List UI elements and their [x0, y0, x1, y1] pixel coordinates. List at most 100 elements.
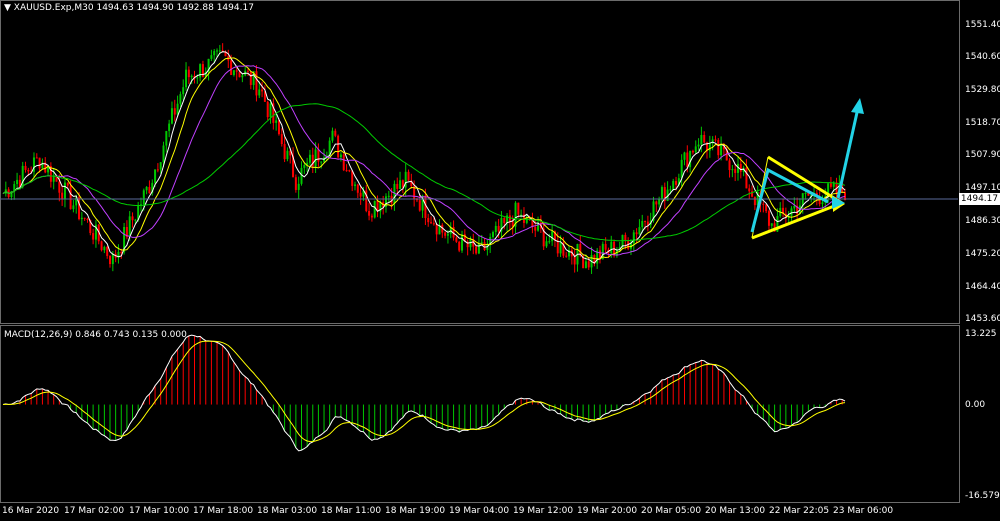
candle-body — [762, 203, 765, 205]
candle-body — [446, 233, 449, 236]
price-tick: 1475.20 — [965, 249, 1000, 259]
candle-body — [303, 164, 306, 168]
candle-body — [373, 201, 376, 218]
time-tick: 18 Mar 03:00 — [257, 506, 318, 516]
candle-body — [370, 215, 373, 218]
price-tick: 1453.60 — [965, 314, 1000, 324]
candle-body — [731, 169, 734, 171]
candle-body — [587, 261, 590, 268]
candle-body — [793, 205, 796, 209]
candle-body — [494, 225, 497, 233]
candle-body — [331, 130, 334, 141]
candle-body — [672, 181, 675, 190]
candle-body — [686, 152, 689, 168]
candle-body — [469, 239, 472, 248]
candle-body — [170, 108, 173, 124]
candle-body — [294, 177, 297, 190]
candle-body — [407, 171, 410, 181]
candle-body — [348, 170, 351, 172]
candle-body — [534, 227, 537, 231]
candle-body — [134, 219, 137, 221]
candle-body — [767, 211, 770, 226]
candle-body — [156, 169, 159, 171]
candle-body — [261, 89, 264, 92]
candle-body — [691, 150, 694, 153]
candle-body — [179, 94, 182, 104]
candle-body — [131, 216, 134, 221]
candle-body — [148, 186, 151, 194]
macd-tick: 0.00 — [965, 400, 986, 410]
candle-body — [168, 123, 171, 132]
candle-body — [128, 216, 131, 238]
candle-body — [266, 101, 269, 118]
candle-body — [218, 50, 221, 52]
candle-body — [154, 169, 157, 183]
candle-body — [720, 144, 723, 156]
candle-body — [275, 120, 278, 123]
candle-body — [432, 223, 435, 225]
candle-body — [480, 242, 483, 244]
candle-body — [765, 204, 768, 212]
candle-body — [641, 221, 644, 228]
candle-body — [359, 192, 362, 197]
candle-body — [728, 160, 731, 171]
candle-body — [283, 143, 286, 160]
candle-body — [162, 145, 165, 163]
candle-body — [69, 185, 72, 210]
candle-body — [187, 69, 190, 78]
candle-body — [491, 232, 494, 238]
candle-body — [38, 157, 41, 169]
candle-body — [277, 120, 280, 135]
candle-body — [697, 144, 700, 147]
candle-body — [213, 51, 216, 56]
chart-canvas[interactable] — [0, 0, 1000, 521]
symbol-label: XAUUSD.Exp,M30 1494.63 1494.90 1492.88 1… — [13, 3, 254, 13]
chart-menu-icon[interactable]: ▼ — [4, 3, 11, 13]
candle-body — [317, 149, 320, 162]
candle-body — [635, 232, 638, 235]
candle-body — [182, 87, 185, 95]
projection-arrow-line — [836, 107, 860, 199]
time-tick: 18 Mar 11:00 — [321, 506, 382, 516]
candle-body — [190, 75, 193, 78]
candle-body — [700, 134, 703, 145]
candle-body — [638, 227, 641, 235]
candle-body — [238, 71, 241, 78]
candle-body — [396, 183, 399, 189]
candle-body — [235, 70, 238, 72]
macd-label: MACD(12,26,9) 0.846 0.743 0.135 0.000 — [4, 330, 187, 340]
candle-body — [165, 131, 168, 146]
candle-body — [120, 251, 123, 253]
price-tick: 1551.40 — [965, 20, 1000, 30]
time-tick: 18 Mar 19:00 — [385, 506, 446, 516]
candle-body — [320, 161, 323, 163]
candle-body — [790, 208, 793, 216]
candle-body — [708, 143, 711, 151]
candle-body — [258, 89, 261, 96]
candle-body — [100, 241, 103, 251]
candle-body — [92, 233, 95, 240]
candle-body — [83, 217, 86, 219]
candle-body — [241, 75, 244, 78]
candle-body — [745, 167, 748, 189]
candle-body — [399, 180, 402, 189]
candle-body — [680, 159, 683, 179]
candle-body — [418, 200, 421, 211]
candle-body — [103, 246, 106, 251]
time-tick: 16 Mar 2020 — [2, 506, 60, 516]
time-tick: 19 Mar 20:00 — [577, 506, 638, 516]
macd-tick: 13.225 — [965, 329, 997, 339]
candle-body — [658, 198, 661, 205]
candle-body — [734, 169, 737, 173]
candle-body — [354, 184, 357, 186]
candle-body — [610, 241, 613, 254]
candle-body — [308, 154, 311, 163]
candle-body — [72, 205, 75, 210]
time-tick: 23 Mar 06:00 — [833, 506, 894, 516]
candle-body — [703, 134, 706, 143]
candle-body — [739, 163, 742, 172]
candle-body — [753, 196, 756, 206]
candle-body — [111, 253, 114, 265]
candle-body — [675, 181, 678, 185]
candle-body — [497, 225, 500, 232]
